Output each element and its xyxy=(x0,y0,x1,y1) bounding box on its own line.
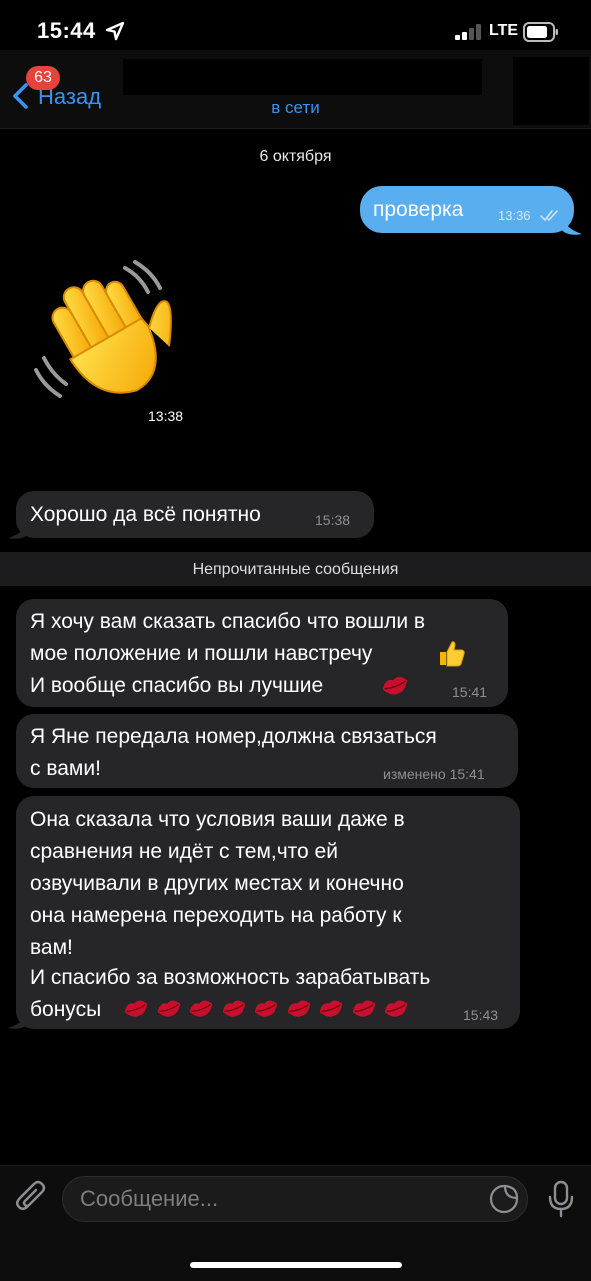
waving-hand-sticker[interactable] xyxy=(30,258,190,418)
lips-emoji xyxy=(319,1000,343,1017)
message-line: Я Яне передала номер,должна связаться xyxy=(30,725,437,748)
sticker-icon[interactable] xyxy=(489,1184,519,1214)
lips-emoji xyxy=(157,1000,180,1017)
lips-emoji xyxy=(254,1000,278,1017)
message-time: 13:36 xyxy=(498,208,531,223)
outgoing-message-text: проверка xyxy=(373,198,464,221)
message-time: 15:43 xyxy=(463,1007,499,1023)
lips-emoji xyxy=(287,1000,310,1017)
battery-icon xyxy=(523,22,558,42)
lips-emoji xyxy=(222,1000,245,1017)
paperclip-icon[interactable] xyxy=(14,1180,48,1216)
message-time: 15:41 xyxy=(452,684,488,700)
date-separator: 6 октября xyxy=(259,148,332,165)
lips-emoji xyxy=(124,1000,148,1017)
home-indicator xyxy=(190,1262,402,1268)
lips-emoji-row xyxy=(122,994,422,1024)
message-line: сравнения не идёт с тем,что ей xyxy=(30,840,338,863)
bubble-tail xyxy=(560,214,582,235)
message-line: И вообще спасибо вы лучшие xyxy=(30,674,324,697)
bubble-tail xyxy=(8,1010,30,1029)
avatar[interactable] xyxy=(513,57,589,125)
signal-icon xyxy=(455,24,481,40)
location-arrow-icon xyxy=(105,21,125,41)
message-line: Она сказала что условия ваши даже в xyxy=(30,808,405,831)
contact-status: в сети xyxy=(271,98,320,117)
message-line: И спасибо за возможность зарабатывать xyxy=(30,966,431,989)
message-line: озвучивали в других местах и конечно xyxy=(30,872,404,895)
incoming-message-text: Хорошо да всё понятно xyxy=(30,503,261,526)
double-check-icon xyxy=(540,210,558,221)
message-line: с вами! xyxy=(30,757,101,780)
network-type: LTE xyxy=(489,22,519,39)
bubble-tail xyxy=(8,520,30,539)
status-time: 15:44 xyxy=(37,18,96,43)
unread-count-badge: 63 xyxy=(26,66,60,90)
message-line: Я хочу вам сказать спасибо что вошли в xyxy=(30,610,426,633)
message-time: 15:38 xyxy=(315,512,351,528)
contact-name-redacted[interactable] xyxy=(123,59,482,95)
lips-emoji xyxy=(189,1000,213,1017)
lips-emoji xyxy=(382,676,408,695)
unread-separator-label: Непрочитанные сообщения xyxy=(192,561,399,578)
message-line: вам! xyxy=(30,936,73,959)
lips-emoji xyxy=(352,1000,375,1017)
message-edited-time: изменено 15:41 xyxy=(383,766,485,782)
microphone-icon[interactable] xyxy=(547,1180,575,1218)
thumbs-up-emoji xyxy=(440,641,465,667)
message-line: бонусы xyxy=(30,998,102,1021)
message-time: 13:38 xyxy=(148,408,184,424)
message-line: мое положение и пошли навстречу xyxy=(30,642,373,665)
lips-emoji xyxy=(384,1000,408,1017)
message-line: она намерена переходить на работу к xyxy=(30,904,402,927)
message-input-placeholder: Сообщение... xyxy=(80,1186,219,1211)
